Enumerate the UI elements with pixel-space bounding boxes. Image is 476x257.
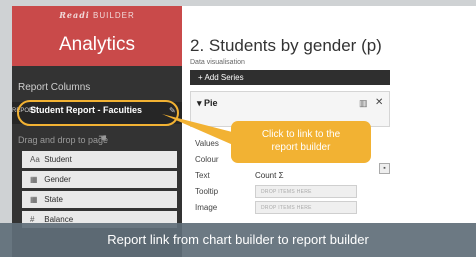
field-student[interactable]: Aa Student <box>22 151 177 168</box>
category-icon: ▦ <box>30 195 38 204</box>
field-state[interactable]: ▦ State <box>22 191 177 208</box>
prop-label: Colour <box>195 155 219 164</box>
brand-strong: Readi <box>59 10 90 20</box>
close-icon[interactable]: ✕ <box>375 97 383 108</box>
chart-title: 2. Students by gender (p) <box>190 36 382 55</box>
prop-tooltip: Tooltip DROP ITEMS HERE <box>195 184 395 200</box>
colour-picker-icon[interactable]: ▪ <box>379 163 390 174</box>
drag-hand-icon: ☚ <box>98 133 107 144</box>
prop-label: Image <box>195 203 218 212</box>
field-list: Aa Student ▦ Gender ▦ State # Balance <box>22 151 177 231</box>
field-label: Student <box>44 155 72 164</box>
series-name[interactable]: ▾ Pie <box>197 98 218 109</box>
prop-image: Image DROP ITEMS HERE <box>195 200 395 216</box>
report-link-highlight <box>17 100 179 126</box>
tooltip-drop-zone[interactable]: DROP ITEMS HERE <box>255 185 357 198</box>
field-label: State <box>44 195 63 204</box>
brand-rest: BUILDER <box>89 11 135 20</box>
drag-drop-label: Drag and drop to page <box>18 135 109 145</box>
callout-line1: Click to link to the <box>261 129 341 140</box>
category-icon: ▦ <box>30 175 38 184</box>
field-gender[interactable]: ▦ Gender <box>22 171 177 188</box>
app-title: Analytics <box>58 34 136 55</box>
caption: Report link from chart builder to report… <box>0 223 476 257</box>
brand-bar: Readi BUILDER Analytics <box>12 6 182 66</box>
callout-line2: report builder <box>271 142 331 153</box>
image-drop-zone[interactable]: DROP ITEMS HERE <box>255 201 357 214</box>
prop-label: Values <box>195 139 219 148</box>
bar-chart-icon[interactable]: ▥ <box>359 98 368 109</box>
report-columns-label: Report Columns <box>18 82 91 93</box>
chart-subtitle: Data visualisation <box>190 59 245 66</box>
prop-label: Tooltip <box>195 187 219 196</box>
sidebar: Readi BUILDER Analytics Report Columns R… <box>12 6 182 257</box>
prop-label: Text <box>195 171 210 180</box>
add-series-button[interactable]: + Add Series <box>190 70 390 85</box>
app-window: Readi BUILDER Analytics Report Columns R… <box>12 6 476 257</box>
series-name-label: Pie <box>204 98 218 108</box>
callout-tooltip: Click to link to the report builder <box>231 121 371 163</box>
prop-text-value[interactable]: Count Σ <box>255 171 284 180</box>
field-label: Gender <box>44 175 71 184</box>
prop-text: Text Count Σ <box>195 168 395 184</box>
brand-logo: Readi BUILDER <box>12 10 182 20</box>
text-field-icon: Aa <box>30 155 40 164</box>
